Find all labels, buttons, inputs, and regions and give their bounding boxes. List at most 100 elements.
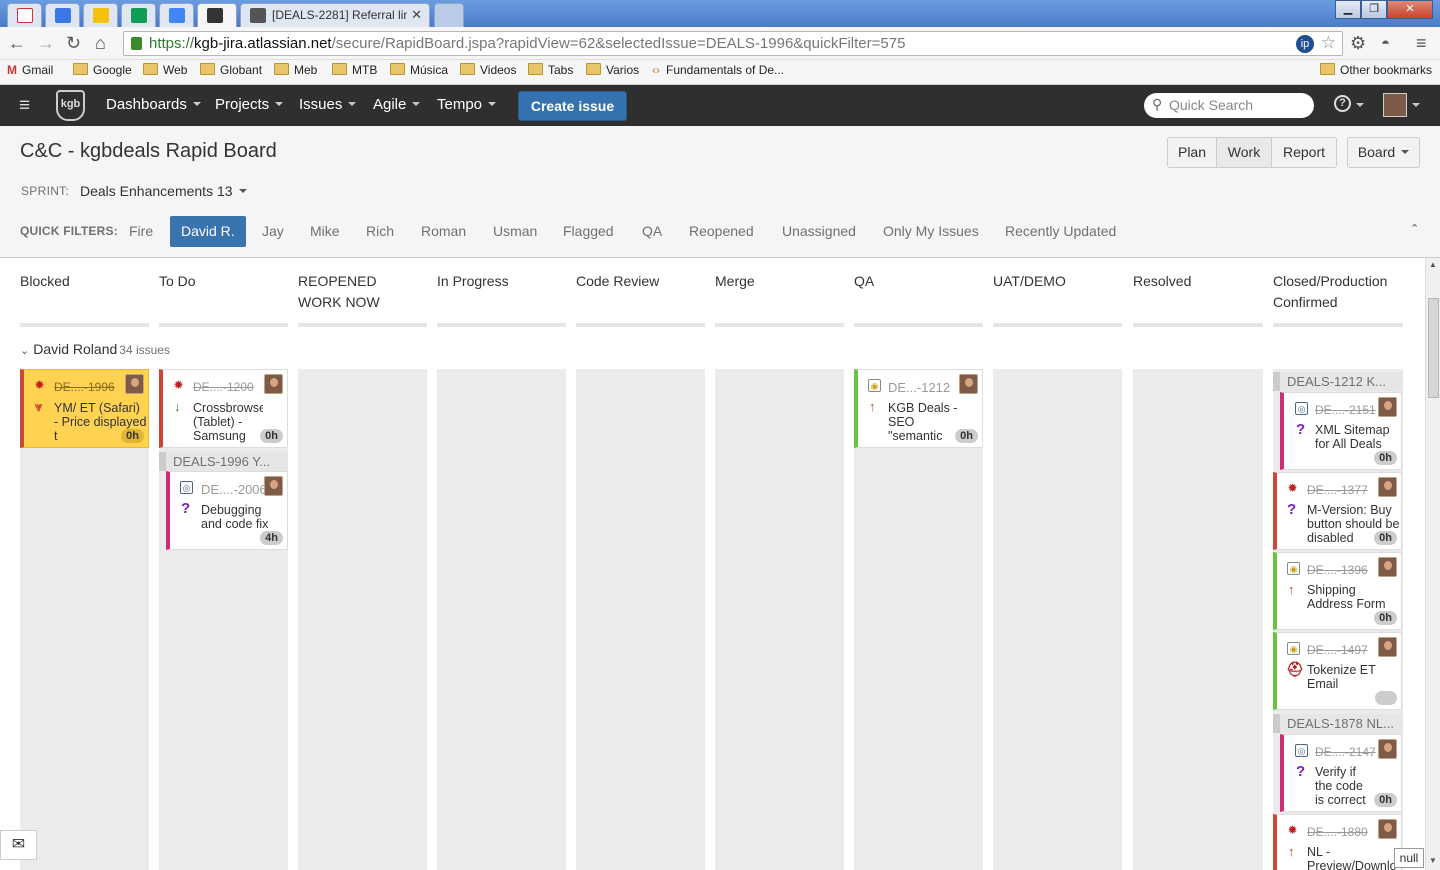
bookmark-fundamentals[interactable]: ‹› Fundamentals of De...	[652, 63, 784, 77]
nav-agile[interactable]: Agile	[373, 96, 421, 113]
close-tab-icon[interactable]: ✕	[411, 7, 422, 23]
bookmark-tabs[interactable]: Tabs	[528, 63, 573, 77]
issue-card[interactable]: ◎ DE....-2151 ? XML Sitemap for All Deal…	[1280, 392, 1402, 470]
back-icon[interactable]: ←	[8, 33, 26, 54]
swimlane-count: 34 issues	[119, 343, 170, 357]
nav-projects[interactable]: Projects	[215, 96, 284, 113]
issue-card[interactable]: ✹ DE....-1200 ↓ Crossbrowser (Tablet) - …	[159, 369, 288, 448]
maximize-button[interactable]: ❐	[1361, 0, 1387, 19]
quick-search-input[interactable]: ⚲ Quick Search	[1144, 93, 1314, 118]
issue-card[interactable]: ◉ DE....-1497 ⛑ Tokenize ET Email	[1273, 632, 1402, 710]
quick-filter-only-my-issues[interactable]: Only My Issues	[883, 223, 979, 239]
address-bar[interactable]: https://kgb-jira.atlassian.net/secure/Ra…	[123, 31, 1343, 56]
quick-filter-david-r[interactable]: David R.	[170, 216, 246, 247]
nav-issues[interactable]: Issues	[299, 96, 357, 113]
assignee-avatar	[1378, 637, 1397, 657]
swimlane-header[interactable]: ⌄ David Roland 34 issues	[20, 341, 170, 357]
app-switcher-icon[interactable]: ≡	[19, 95, 30, 117]
scroll-down-icon[interactable]: ▼	[1429, 856, 1437, 865]
home-icon[interactable]: ⌂	[95, 33, 106, 54]
issue-card[interactable]: ◉ DE....-1396 ↑ Shipping Address Form 0h	[1273, 552, 1402, 630]
chevron-down-icon[interactable]	[1412, 103, 1420, 107]
issue-card[interactable]: ◎ DE....-2006 ? Debugging and code fix 4…	[166, 471, 288, 550]
subtask-icon: ◎	[180, 481, 193, 494]
kgb-logo[interactable]: kgb	[56, 90, 85, 121]
tab-gmail[interactable]	[7, 3, 42, 27]
star-icon[interactable]: ☆	[1321, 33, 1336, 53]
issue-summary: XML Sitemap for All Deals	[1315, 423, 1390, 451]
quick-filter-rich[interactable]: Rich	[366, 223, 394, 239]
minimize-button[interactable]: ▁	[1335, 0, 1361, 19]
help-icon[interactable]: ?	[1334, 95, 1351, 112]
quick-filter-flagged[interactable]: Flagged	[563, 223, 614, 239]
user-avatar[interactable]	[1383, 93, 1407, 117]
nav-dashboards[interactable]: Dashboards	[106, 96, 201, 113]
chevron-down-icon	[1401, 150, 1410, 154]
issue-card[interactable]: ◎ DE....-2147 ? Verify if the code is co…	[1280, 734, 1402, 812]
work-mode-button[interactable]: Work	[1216, 137, 1272, 168]
improvement-lightbulb-icon: ◉	[1287, 562, 1300, 575]
vertical-scrollbar[interactable]: ▲ ▼	[1425, 258, 1440, 870]
collapse-header-icon[interactable]: ⌃	[1410, 222, 1419, 235]
quick-filter-reopened[interactable]: Reopened	[689, 223, 754, 239]
incognito-icon[interactable]: ◓	[1381, 35, 1390, 52]
tab-sheets[interactable]	[121, 3, 156, 27]
board-menu-button[interactable]: Board	[1347, 137, 1420, 168]
bookmark-videos[interactable]: Videos	[460, 63, 516, 77]
bookmark-varios[interactable]: Varios	[586, 63, 639, 77]
bookmark-globant[interactable]: Globant	[200, 63, 262, 77]
feedback-mail-icon[interactable]: ✉	[0, 830, 37, 860]
nav-tempo[interactable]: Tempo	[437, 96, 497, 113]
scroll-up-icon[interactable]: ▲	[1429, 260, 1437, 269]
quick-filter-qa[interactable]: QA	[642, 223, 662, 239]
sprint-selector[interactable]: Deals Enhancements 13	[80, 183, 247, 199]
plan-mode-button[interactable]: Plan	[1167, 137, 1217, 168]
bookmark-meb[interactable]: Meb	[274, 63, 317, 77]
bookmark-web[interactable]: Web	[143, 63, 187, 77]
tab-calendar[interactable]	[45, 3, 80, 27]
report-mode-button[interactable]: Report	[1271, 137, 1337, 168]
chevron-down-icon[interactable]	[1356, 103, 1364, 107]
issue-card[interactable]: ✹ DE....-1880 ↑ NL - Preview/Download	[1273, 814, 1402, 870]
column-in-progress	[437, 369, 566, 870]
new-tab-button[interactable]	[434, 3, 464, 27]
tab-jira-active[interactable]	[197, 3, 237, 27]
extension-ip-icon[interactable]: ip	[1296, 35, 1314, 53]
assignee-avatar	[264, 374, 283, 394]
settings-icon[interactable]: ⚙	[1350, 33, 1366, 54]
bookmark-other[interactable]: Other bookmarks	[1320, 63, 1432, 77]
quick-filter-fire[interactable]: Fire	[129, 223, 153, 239]
parent-issue-header[interactable]: DEALS-1212 K...	[1273, 372, 1403, 391]
parent-issue-header[interactable]: DEALS-1878 NL...	[1273, 714, 1403, 733]
column-header-qa: QA	[854, 273, 875, 289]
tab-drive[interactable]	[83, 3, 118, 27]
issue-summary: NL - Preview/Download	[1307, 845, 1397, 870]
quick-filter-roman[interactable]: Roman	[421, 223, 466, 239]
tab-deals-2281[interactable]: [DEALS-2281] Referral link ✕	[240, 3, 430, 27]
column-bar	[1273, 323, 1403, 327]
chevron-down-icon	[488, 102, 497, 106]
issue-key: DE....-2147	[1315, 745, 1376, 759]
bookmark-mtb[interactable]: MTB	[332, 63, 377, 77]
bookmark-google[interactable]: Google	[73, 63, 132, 77]
gmail-icon	[17, 8, 33, 23]
issue-card[interactable]: ◉ DE...-1212 ↑ KGB Deals - SEO "semantic…	[854, 369, 983, 448]
quick-filter-usman[interactable]: Usman	[493, 223, 537, 239]
issue-card[interactable]: ✹ DE....-1996 ⩔ YM/ ET (Safari) - Price …	[20, 369, 149, 448]
tab-docs[interactable]	[159, 3, 194, 27]
bookmark-musica[interactable]: Música	[390, 63, 448, 77]
quick-filter-unassigned[interactable]: Unassigned	[782, 223, 856, 239]
forward-icon[interactable]: →	[37, 33, 55, 54]
quick-filter-recently-updated[interactable]: Recently Updated	[1005, 223, 1116, 239]
bookmark-gmail[interactable]: M Gmail	[7, 63, 53, 77]
quick-filter-mike[interactable]: Mike	[310, 223, 340, 239]
create-issue-button[interactable]: Create issue	[518, 91, 627, 121]
issue-card[interactable]: ✹ DE....-1377 ? M-Version: Buy button sh…	[1273, 472, 1402, 550]
menu-icon[interactable]: ≡	[1416, 33, 1427, 54]
parent-issue-header[interactable]: DEALS-1996 Y...	[159, 452, 288, 471]
close-window-button[interactable]: ✕	[1387, 0, 1433, 19]
scrollbar-thumb[interactable]	[1428, 298, 1439, 398]
issue-key: DE...-1212	[888, 380, 951, 395]
reload-icon[interactable]: ↻	[66, 33, 81, 54]
quick-filter-jay[interactable]: Jay	[262, 223, 284, 239]
